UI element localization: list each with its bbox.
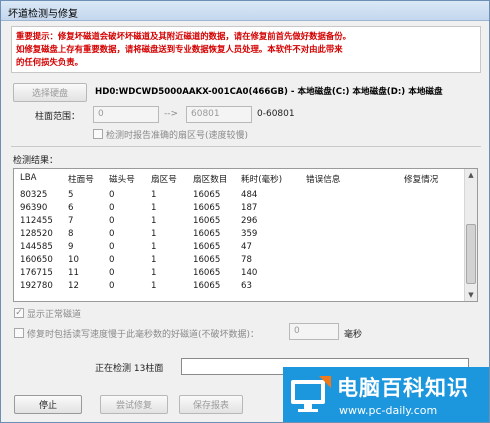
vertical-scrollbar[interactable]: ▲ ▼	[464, 169, 477, 301]
head-cell: 0	[109, 190, 115, 200]
head-cell: 0	[109, 242, 115, 252]
results-label: 检测结果：	[13, 156, 59, 166]
count-cell: 16065	[193, 255, 221, 265]
head-cell: 0	[109, 216, 115, 226]
scroll-up-icon[interactable]: ▲	[466, 169, 476, 181]
time-cell: 78	[241, 255, 252, 265]
sector-cell: 1	[151, 268, 157, 278]
column-header: 扇区数目	[193, 175, 228, 185]
lba-cell: 192780	[20, 281, 53, 291]
count-cell: 16065	[193, 203, 221, 213]
sector-cell: 1	[151, 229, 157, 239]
column-header: 磁头号	[109, 175, 135, 185]
report-sectors-label: 检测时报告准确的扇区号(速度较慢)	[106, 131, 249, 141]
cylinder-range-label: 柱面范围：	[35, 112, 81, 122]
cylinder-cell: 12	[68, 281, 79, 291]
column-header: 修复情况	[404, 175, 439, 185]
time-cell: 484	[241, 190, 258, 200]
repair-slow-checkbox[interactable]	[14, 328, 24, 338]
cylinder-cell: 7	[68, 216, 74, 226]
count-cell: 16065	[193, 216, 221, 226]
lba-cell: 160650	[20, 255, 53, 265]
disk-info: HD0:WDCWD5000AAKX-001CA0(466GB) - 本地磁盘(C…	[95, 87, 443, 97]
show-normal-checkbox[interactable]: ✓	[14, 308, 24, 318]
scroll-down-icon[interactable]: ▼	[466, 289, 476, 301]
column-header: 扇区号	[151, 175, 177, 185]
cylinder-cell: 5	[68, 190, 74, 200]
time-cell: 296	[241, 216, 258, 226]
results-table[interactable]: LBA 柱面号 磁头号 扇区号 扇区数目 耗时(毫秒) 错误信息 修复情况 80…	[13, 168, 478, 302]
head-cell: 0	[109, 268, 115, 278]
range-arrow: -->	[164, 109, 179, 119]
head-cell: 0	[109, 229, 115, 239]
count-cell: 16065	[193, 268, 221, 278]
warning-line: 的任何损失负责。	[16, 57, 83, 67]
range-to-input[interactable]: 60801	[186, 106, 252, 123]
warning-line: 如修复磁盘上存有重要数据，请将磁盘送到专业数据恢复人员处理。本软件不对由此带来	[16, 44, 343, 54]
head-cell: 0	[109, 281, 115, 291]
select-disk-button[interactable]: 选择硬盘	[13, 83, 87, 102]
repair-slow-label: 修复时包括读写速度慢于此毫秒数的好磁道(不破坏数据)：	[27, 330, 260, 340]
head-cell: 0	[109, 255, 115, 265]
title-bar: 坏道检测与修复	[1, 1, 489, 21]
range-hint: 0-60801	[257, 109, 295, 119]
count-cell: 16065	[193, 190, 221, 200]
lba-cell: 112455	[20, 216, 53, 226]
lba-cell: 128520	[20, 229, 53, 239]
count-cell: 16065	[193, 281, 221, 291]
count-cell: 16065	[193, 229, 221, 239]
cylinder-cell: 8	[68, 229, 74, 239]
lba-cell: 80325	[20, 190, 48, 200]
show-normal-label: 显示正常磁道	[27, 310, 82, 320]
sector-cell: 1	[151, 216, 157, 226]
sector-cell: 1	[151, 242, 157, 252]
window-title: 坏道检测与修复	[8, 9, 78, 20]
column-header: 错误信息	[306, 175, 341, 185]
lba-cell: 96390	[20, 203, 48, 213]
column-header: 柱面号	[68, 175, 94, 185]
watermark-name: 电脑百科知识	[337, 376, 469, 400]
watermark-url: www.pc-daily.com	[339, 404, 438, 417]
count-cell: 16065	[193, 242, 221, 252]
time-cell: 140	[241, 268, 258, 278]
save-report-button[interactable]: 保存报表	[179, 395, 243, 414]
stop-button[interactable]: 停止	[14, 395, 82, 414]
sector-cell: 1	[151, 203, 157, 213]
range-from-input[interactable]: 0	[93, 106, 159, 123]
time-cell: 359	[241, 229, 258, 239]
time-cell: 47	[241, 242, 252, 252]
sector-cell: 1	[151, 190, 157, 200]
cylinder-cell: 11	[68, 268, 79, 278]
cylinder-cell: 10	[68, 255, 79, 265]
sector-cell: 1	[151, 255, 157, 265]
status-text: 正在检测 13柱面	[95, 364, 164, 374]
monitor-icon	[291, 376, 331, 412]
repair-slow-unit: 毫秒	[344, 330, 363, 340]
column-header: LBA	[20, 173, 37, 183]
time-cell: 187	[241, 203, 258, 213]
divider	[11, 146, 481, 147]
repair-slow-ms-input[interactable]: 0	[289, 323, 339, 340]
head-cell: 0	[109, 203, 115, 213]
lba-cell: 144585	[20, 242, 53, 252]
sector-cell: 1	[151, 281, 157, 291]
warning-notice: 重要提示：修复坏磁道会破坏坏磁道及其附近磁道的数据，请在修复前首先做好数据备份。…	[11, 26, 481, 73]
report-sectors-checkbox[interactable]	[93, 129, 103, 139]
cylinder-cell: 9	[68, 242, 74, 252]
try-repair-button[interactable]: 尝试修复	[100, 395, 168, 414]
bad-track-window: 坏道检测与修复 重要提示：修复坏磁道会破坏坏磁道及其附近磁道的数据，请在修复前首…	[0, 0, 490, 423]
column-header: 耗时(毫秒)	[241, 175, 283, 185]
time-cell: 63	[241, 281, 252, 291]
lba-cell: 176715	[20, 268, 53, 278]
warning-line: 重要提示：修复坏磁道会破坏坏磁道及其附近磁道的数据，请在修复前首先做好数据备份。	[16, 31, 351, 41]
watermark-logo: 电脑百科知识 www.pc-daily.com	[283, 367, 489, 422]
scrollbar-thumb[interactable]	[466, 224, 476, 284]
cylinder-cell: 6	[68, 203, 74, 213]
